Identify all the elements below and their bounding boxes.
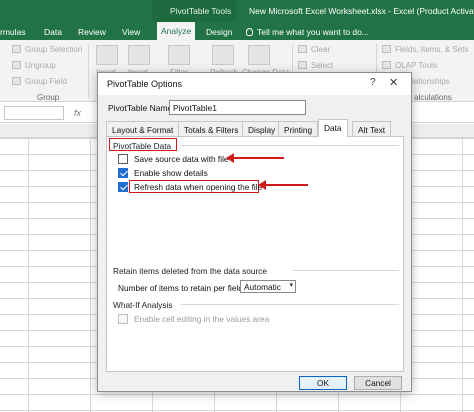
enable-cell-editing-checkbox xyxy=(118,314,128,324)
clear-label: Clear xyxy=(311,45,331,54)
tab-printing[interactable]: Printing xyxy=(278,121,319,136)
function-icon: fx xyxy=(74,108,82,118)
dialog-title: PivotTable Options xyxy=(107,79,183,89)
tab-display[interactable]: Display xyxy=(242,121,282,136)
enable-show-details-label: Enable show details xyxy=(134,168,208,178)
ribbon-separator xyxy=(88,44,89,98)
group-selection-icon xyxy=(12,45,21,53)
tab-totals-filters[interactable]: Totals & Filters xyxy=(178,121,245,136)
data-tab-panel: PivotTable Data Save source data with fi… xyxy=(106,136,404,372)
ungroup-button[interactable]: Ungroup xyxy=(12,61,56,70)
ok-button[interactable]: OK xyxy=(299,376,347,390)
tab-review[interactable]: Review xyxy=(78,27,106,37)
what-if-section-label: What-If Analysis xyxy=(113,300,173,310)
retain-items-section-label: Retain items deleted from the data sourc… xyxy=(113,266,268,276)
tab-alt-text[interactable]: Alt Text xyxy=(352,121,392,136)
pivottable-name-input[interactable] xyxy=(169,100,306,115)
enable-cell-editing-label: Enable cell editing in the values area xyxy=(134,314,270,324)
group-field-icon xyxy=(12,77,21,85)
red-arrow-annotation xyxy=(258,180,308,190)
select-label: Select xyxy=(311,61,334,70)
save-source-data-checkbox[interactable] xyxy=(118,154,128,164)
close-icon[interactable]: ✕ xyxy=(389,76,398,89)
pivottable-options-dialog: PivotTable Options ? ✕ PivotTable Name: … xyxy=(97,72,412,392)
tab-view[interactable]: View xyxy=(122,27,140,37)
save-source-data-label: Save source data with file xyxy=(134,154,229,164)
calculations-section-label: alculations xyxy=(414,93,452,102)
section-divider xyxy=(181,145,399,146)
chevron-down-icon: ▾ xyxy=(289,282,293,289)
group-field-label: Group Field xyxy=(25,77,67,86)
select-button[interactable]: Select xyxy=(298,61,333,70)
dialog-titlebar[interactable]: PivotTable Options ? ✕ xyxy=(98,73,411,95)
red-arrow-annotation xyxy=(226,153,284,163)
olap-tools-icon xyxy=(382,61,391,69)
relationships-button[interactable]: lationships xyxy=(412,77,450,86)
cancel-button[interactable]: Cancel xyxy=(354,376,402,390)
enable-show-details-checkbox[interactable] xyxy=(118,168,128,178)
document-title: New Microsoft Excel Worksheet.xlsx - Exc… xyxy=(249,6,474,16)
retain-items-label: Number of items to retain per field: xyxy=(118,283,246,293)
ribbon-tab-bar: PivotTable Tools New Microsoft Excel Wor… xyxy=(0,0,474,40)
tab-layout-format[interactable]: Layout & Format xyxy=(106,121,180,136)
ungroup-label: Ungroup xyxy=(25,61,56,70)
refresh-on-open-checkbox[interactable] xyxy=(118,182,128,192)
clear-button[interactable]: Clear xyxy=(298,45,330,54)
tab-data[interactable]: Data xyxy=(44,27,62,37)
group-selection-label: Group Selection xyxy=(25,45,83,54)
tab-analyze[interactable]: Analyze xyxy=(157,22,196,40)
tell-me-search[interactable]: Tell me what you want to do... xyxy=(246,27,369,37)
pivottable-data-section-label: PivotTable Data xyxy=(113,141,172,151)
tab-formulas[interactable]: rmulas xyxy=(0,27,26,37)
group-field-button[interactable]: Group Field xyxy=(12,77,67,86)
lightbulb-icon xyxy=(246,28,253,36)
group-section-label: Group xyxy=(37,93,60,102)
group-selection-button[interactable]: Group Selection xyxy=(12,45,82,54)
tell-me-text: Tell me what you want to do... xyxy=(257,27,369,37)
name-box[interactable] xyxy=(4,106,64,120)
ungroup-icon xyxy=(12,61,21,69)
fields-items-sets-icon xyxy=(382,45,391,53)
olap-tools-button[interactable]: OLAP Tools xyxy=(382,61,437,70)
insert-slicer-icon xyxy=(96,45,118,65)
fields-items-sets-label: Fields, Items, & Sets xyxy=(395,45,469,54)
tab-design[interactable]: Design xyxy=(206,27,232,37)
help-icon[interactable]: ? xyxy=(370,77,376,88)
filter-icon xyxy=(168,45,190,65)
refresh-icon xyxy=(212,45,234,65)
contextual-tab-group-label: PivotTable Tools xyxy=(170,6,232,16)
refresh-on-open-label: Refresh data when opening the file xyxy=(134,182,263,192)
change-data-source-icon xyxy=(248,45,270,65)
section-divider xyxy=(181,304,399,305)
tab-data-active[interactable]: Data xyxy=(318,119,348,137)
section-divider xyxy=(293,270,399,271)
retain-items-value: Automatic xyxy=(244,282,281,292)
olap-tools-label: OLAP Tools xyxy=(395,61,437,70)
clear-icon xyxy=(298,45,307,53)
select-icon xyxy=(298,61,307,69)
pivottable-name-label: PivotTable Name: xyxy=(108,103,175,113)
retain-items-select[interactable]: Automatic ▾ xyxy=(240,280,296,293)
fields-items-sets-button[interactable]: Fields, Items, & Sets xyxy=(382,45,468,54)
insert-timeline-icon xyxy=(128,45,150,65)
